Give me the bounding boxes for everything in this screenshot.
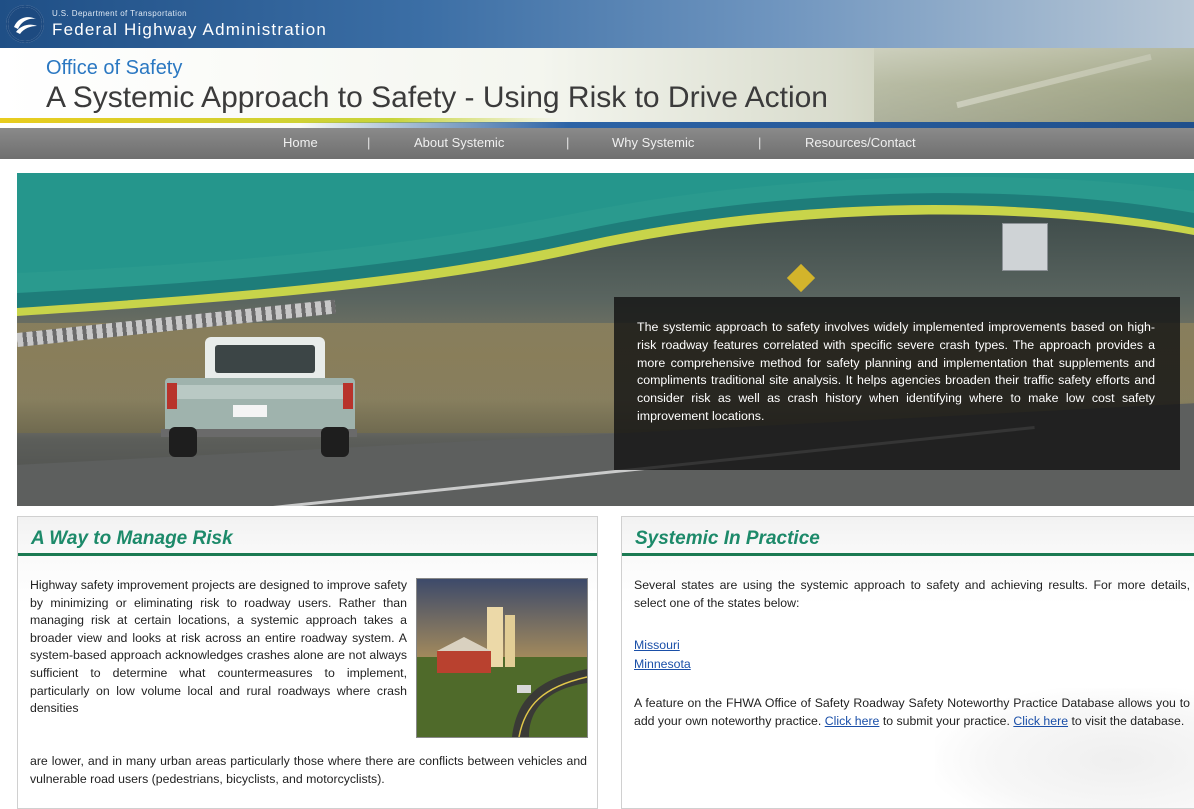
visit-database-link[interactable]: Click here (1013, 714, 1068, 728)
hero-banner: The systemic approach to safety involves… (17, 173, 1194, 506)
state-link-minnesota[interactable]: Minnesota (634, 657, 691, 671)
hero-pickup-truck (161, 337, 357, 457)
nav-separator: | (367, 135, 371, 150)
manage-risk-panel: A Way to Manage Risk Highway safety impr… (17, 516, 598, 809)
main-nav: Home | About Systemic | Why Systemic | R… (0, 128, 1194, 159)
page-title: A Systemic Approach to Safety - Using Ri… (46, 81, 828, 114)
manage-risk-heading-text: A Way to Manage Risk (31, 528, 233, 549)
office-title[interactable]: Office of Safety (46, 57, 182, 80)
title-banner: Office of Safety A Systemic Approach to … (0, 48, 1194, 128)
dot-logo-icon[interactable] (6, 5, 44, 43)
manage-risk-text-continued: are lower, and in many urban areas parti… (30, 754, 587, 786)
systemic-practice-heading-text: Systemic In Practice (635, 528, 820, 549)
systemic-practice-heading: Systemic In Practice (622, 527, 1194, 556)
state-link-missouri[interactable]: Missouri (634, 638, 680, 652)
noteworthy-text-part2: to submit your practice. (882, 713, 1010, 728)
submit-practice-link[interactable]: Click here (825, 714, 880, 728)
nav-resources-contact[interactable]: Resources/Contact (805, 135, 916, 150)
nav-separator: | (566, 135, 570, 150)
systemic-practice-panel: Systemic In Practice Several states are … (621, 516, 1194, 809)
manage-risk-heading: A Way to Manage Risk (18, 527, 597, 556)
nav-why-systemic[interactable]: Why Systemic (612, 135, 694, 150)
agency-small-text: U.S. Department of Transportation (52, 9, 188, 18)
nav-about-systemic[interactable]: About Systemic (414, 135, 504, 150)
hero-description-box: The systemic approach to safety involves… (614, 297, 1180, 470)
noteworthy-text-part3: to visit the database. (1071, 713, 1185, 728)
dot-header-bar: U.S. Department of Transportation Federa… (0, 0, 1194, 48)
hero-description: The systemic approach to safety involves… (637, 320, 1155, 423)
manage-risk-text: Highway safety improvement projects are … (30, 578, 407, 716)
systemic-practice-intro: Several states are using the systemic ap… (634, 578, 1190, 610)
agency-name[interactable]: Federal Highway Administration (52, 20, 327, 40)
farm-road-photo (416, 578, 588, 738)
nav-separator: | (758, 135, 762, 150)
banner-road-image (874, 48, 1194, 128)
noteworthy-practice-text: A feature on the FHWA Office of Safety R… (634, 695, 1190, 730)
nav-home[interactable]: Home (283, 135, 318, 150)
